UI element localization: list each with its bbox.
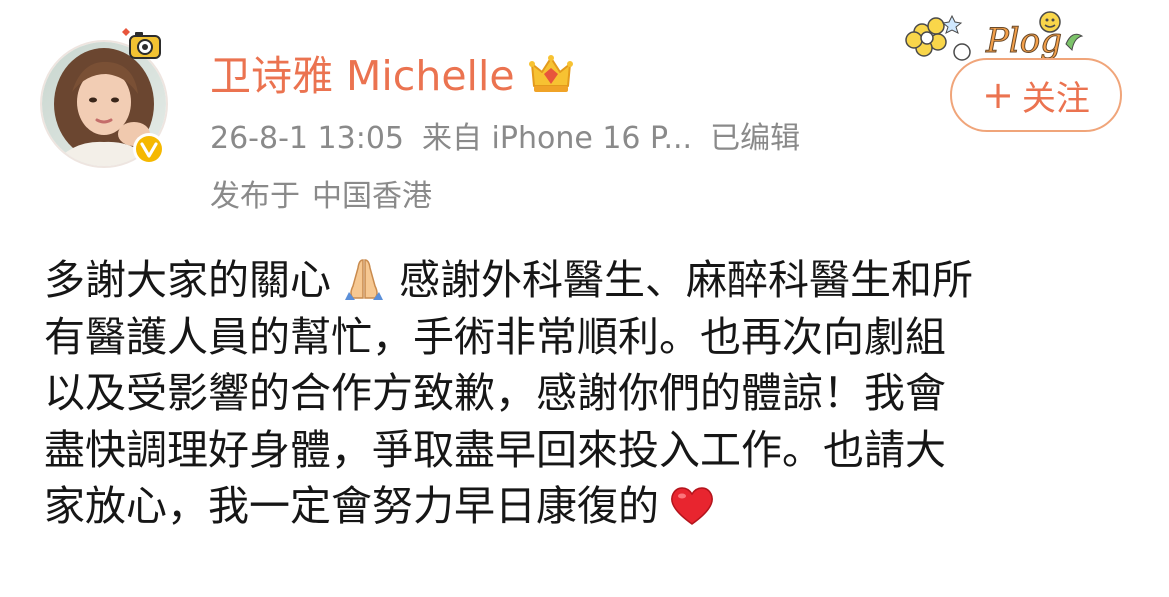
location-prefix: 发布于 xyxy=(210,179,300,214)
follow-button[interactable]: + 关注 xyxy=(950,58,1122,132)
post-source: 来自 iPhone 16 P... xyxy=(422,121,693,156)
post-text: 多謝大家的關心 xyxy=(44,256,331,304)
edited-label[interactable]: 已编辑 xyxy=(710,121,800,156)
post-timestamp[interactable]: 26-8-1 13:05 xyxy=(210,121,404,156)
post-text: 感謝外科醫生、麻醉科醫生和所 xyxy=(399,256,973,304)
post-line: 多謝大家的關心 感謝外科醫生、麻醉科醫生和所 xyxy=(44,252,1134,309)
post-location: 发布于 中国香港 xyxy=(210,176,444,218)
user-name[interactable]: 卫诗雅 Michelle xyxy=(210,50,515,102)
red-heart-icon xyxy=(671,487,713,525)
post-content: 多謝大家的關心 感謝外科醫生、麻醉科醫生和所 有醫護人員的幫忙，手術非常順利。也… xyxy=(44,252,1134,535)
post-text: 家放心，我一定會努力早日康復的 xyxy=(44,482,659,530)
post-meta: 26-8-1 13:05 来自 iPhone 16 P... 已编辑 xyxy=(210,118,818,160)
crown-icon xyxy=(529,55,573,92)
post-line: 家放心，我一定會努力早日康復的 xyxy=(44,478,1134,535)
follow-label: 关注 xyxy=(1021,78,1090,119)
post-line: 以及受影響的合作方致歉，感謝你們的體諒！我會 xyxy=(44,369,946,417)
avatar-container[interactable] xyxy=(40,28,168,168)
folded-hands-icon xyxy=(345,259,383,300)
location-value: 中国香港 xyxy=(312,179,432,214)
verified-badge-icon xyxy=(133,133,165,165)
post-line: 盡快調理好身體，爭取盡早回來投入工作。也請大 xyxy=(44,425,946,474)
plus-icon: + xyxy=(982,73,1014,117)
camera-sticker-icon xyxy=(122,28,161,59)
post-line: 有醫護人員的幫忙，手術非常順利。也再次向劇組 xyxy=(44,312,946,361)
